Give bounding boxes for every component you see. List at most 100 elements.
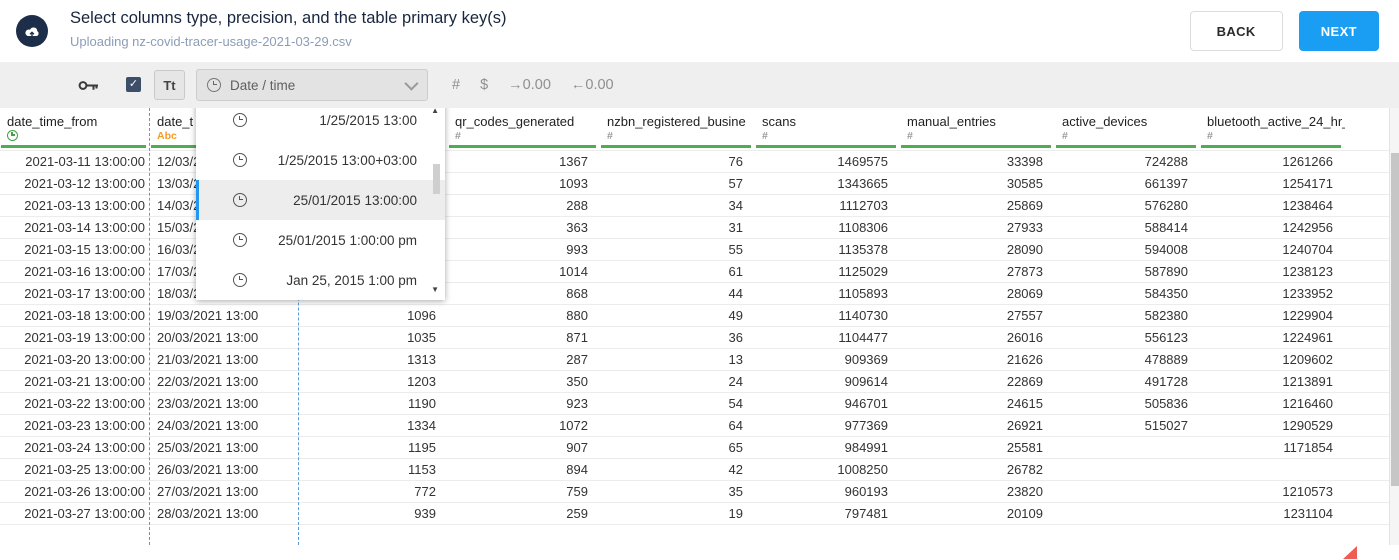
column-type-select[interactable]: Date / time — [196, 69, 428, 101]
table-cell: 2021-03-22 13:00:00 — [24, 396, 145, 411]
table-cell: 36 — [728, 330, 743, 345]
table-row: 2021-03-23 13:00:00 24/03/2021 13:00 1334 1… — [0, 415, 1390, 437]
table-cell: 2021-03-19 13:00:00 — [24, 330, 145, 345]
column-header-date_time_from[interactable]: date_time_from — [0, 108, 150, 150]
column-header-nzbn_registered_busine[interactable]: nzbn_registered_busine # — [600, 108, 755, 150]
table-cell: 880 — [566, 308, 588, 323]
column-type-indicator: # — [455, 130, 461, 142]
table-row: 2021-03-19 13:00:00 20/03/2021 13:00 1035 8… — [0, 327, 1390, 349]
toolbar-checkbox[interactable]: ✓ — [126, 77, 141, 92]
column-header-bluetooth_active_24_hr_[interactable]: bluetooth_active_24_hr_ # — [1200, 108, 1345, 150]
table-cell: 1035 — [407, 330, 436, 345]
table-row: 2021-03-22 13:00:00 23/03/2021 13:00 1190 9… — [0, 393, 1390, 415]
table-row: 2021-03-26 13:00:00 27/03/2021 13:00 772 75… — [0, 481, 1390, 503]
numeric-type-button[interactable]: # — [452, 77, 460, 93]
table-cell: 1313 — [407, 352, 436, 367]
table-cell: 2021-03-27 13:00:00 — [24, 506, 145, 521]
scroll-down-icon[interactable]: ▼ — [431, 285, 439, 294]
table-cell: 23820 — [1006, 484, 1043, 499]
clock-icon — [233, 233, 247, 247]
column-name: date_time_from — [7, 114, 98, 129]
table-cell: 759 — [566, 484, 588, 499]
table-cell — [1200, 459, 1345, 480]
table-cell: 894 — [566, 462, 588, 477]
table-cell: 57 — [728, 176, 743, 191]
text-type-button[interactable]: Tt — [154, 70, 185, 100]
table-cell: 491728 — [1144, 374, 1188, 389]
column-name: bluetooth_active_24_hr_ — [1207, 114, 1345, 129]
table-cell: 2021-03-20 13:00:00 — [24, 352, 145, 367]
table-cell: 1072 — [559, 418, 588, 433]
table-row: 2021-03-27 13:00:00 28/03/2021 13:00 939 25… — [0, 503, 1390, 525]
page-title: Select columns type, precision, and the … — [70, 9, 507, 27]
back-button[interactable]: BACK — [1189, 11, 1283, 51]
table-cell: 30585 — [1006, 176, 1043, 191]
table-cell: 946701 — [844, 396, 888, 411]
column-quality-bar — [756, 145, 896, 148]
table-cell: 19/03/2021 13:00 — [157, 308, 259, 323]
increase-decimal-button[interactable]: →0.00 — [508, 77, 551, 93]
column-quality-bar — [449, 145, 596, 148]
table-cell: 21626 — [1006, 352, 1043, 367]
table-cell: 2021-03-23 13:00:00 — [24, 418, 145, 433]
table-cell: 1203 — [407, 374, 436, 389]
table-cell: 42 — [728, 462, 743, 477]
table-cell: 24/03/2021 13:00 — [157, 418, 259, 433]
vertical-scrollbar-thumb[interactable] — [1391, 153, 1399, 486]
table-cell: 1343665 — [837, 176, 888, 191]
table-cell: 2021-03-16 13:00:00 — [24, 264, 145, 279]
table-cell: 1367 — [559, 154, 588, 169]
primary-key-icon[interactable] — [78, 79, 99, 97]
table-cell: 1240704 — [1282, 242, 1333, 257]
table-cell: 26016 — [1006, 330, 1043, 345]
table-cell: 23/03/2021 13:00 — [157, 396, 259, 411]
next-button[interactable]: NEXT — [1298, 11, 1379, 51]
column-header-scans[interactable]: scans # — [755, 108, 900, 150]
clock-icon — [207, 78, 221, 92]
clock-icon — [233, 193, 247, 207]
table-cell: 1238123 — [1282, 264, 1333, 279]
format-option-label: 25/01/2015 13:00:00 — [293, 192, 417, 208]
table-cell: 1104477 — [838, 330, 888, 345]
column-type-select-value: Date / time — [230, 77, 296, 93]
vertical-scrollbar[interactable] — [1389, 108, 1399, 545]
column-name: manual_entries — [907, 114, 996, 129]
table-cell: 588414 — [1144, 220, 1188, 235]
table-cell: 19 — [728, 506, 743, 521]
column-type-indicator: # — [1062, 130, 1068, 142]
clock-icon — [7, 130, 18, 141]
table-cell: 478889 — [1144, 352, 1188, 367]
cloud-upload-glyph — [25, 26, 39, 37]
table-cell: 20/03/2021 13:00 — [157, 330, 259, 345]
table-cell: 772 — [414, 484, 436, 499]
table-cell: 44 — [728, 286, 743, 301]
table-cell: 26921 — [1006, 418, 1043, 433]
column-header-active_devices[interactable]: active_devices # — [1055, 108, 1200, 150]
format-option[interactable]: 25/01/2015 1:00:00 pm — [196, 220, 445, 260]
table-cell: 1096 — [407, 308, 436, 323]
table-cell: 1153 — [408, 462, 436, 477]
table-cell: 26/03/2021 13:00 — [157, 462, 259, 477]
table-cell: 49 — [728, 308, 743, 323]
table-cell: 2021-03-17 13:00:00 — [24, 286, 145, 301]
column-header-qr_codes_generated[interactable]: qr_codes_generated # — [448, 108, 600, 150]
table-cell: 1216460 — [1282, 396, 1333, 411]
format-option[interactable]: 1/25/2015 13:00+03:00 — [196, 140, 445, 180]
selected-column-guide-left — [149, 108, 150, 545]
currency-type-button[interactable]: $ — [480, 77, 488, 93]
table-cell: 868 — [566, 286, 588, 301]
column-quality-bar — [1, 145, 146, 148]
decrease-decimal-button[interactable]: ←0.00 — [571, 77, 614, 93]
format-option[interactable]: 25/01/2015 13:00:00 — [196, 180, 445, 220]
table-cell: 28/03/2021 13:00 — [157, 506, 259, 521]
table-cell: 505836 — [1144, 396, 1188, 411]
table-cell: 1008250 — [837, 462, 888, 477]
clock-icon — [233, 113, 247, 127]
dropdown-scrollbar-thumb[interactable] — [433, 164, 440, 194]
format-option-label: 1/25/2015 13:00 — [319, 112, 417, 128]
format-option[interactable]: Jan 25, 2015 1:00 pm — [196, 260, 445, 300]
table-cell: 1190 — [408, 396, 436, 411]
column-header-manual_entries[interactable]: manual_entries # — [900, 108, 1055, 150]
table-cell: 584350 — [1144, 286, 1188, 301]
table-cell: 24615 — [1006, 396, 1043, 411]
